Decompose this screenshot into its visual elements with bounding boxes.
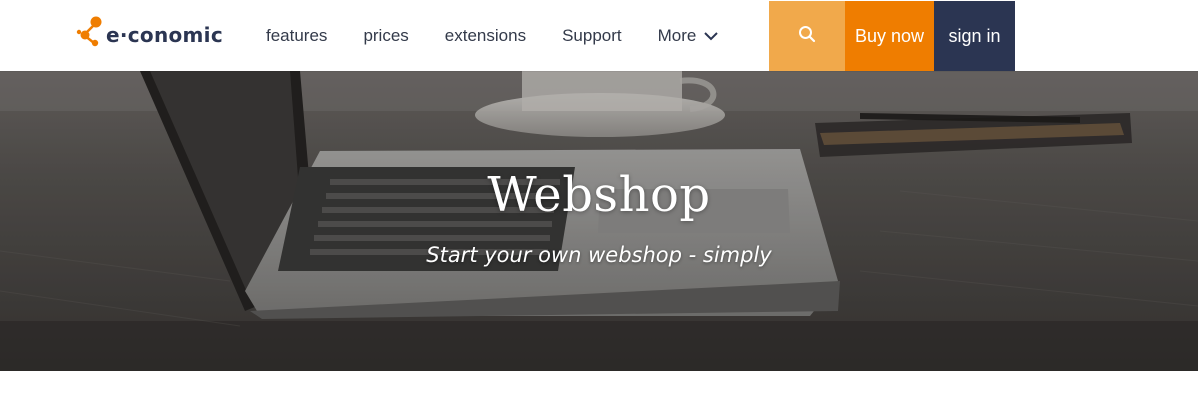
- sign-in-button[interactable]: sign in: [934, 1, 1015, 71]
- hero-subtitle: Start your own webshop - simply: [426, 243, 772, 267]
- nav-item-label: Support: [562, 25, 622, 45]
- brand-name: e·conomic: [106, 23, 223, 47]
- nav-item-label: prices: [363, 25, 409, 45]
- chevron-down-icon: [704, 26, 719, 46]
- nav-item-label: features: [266, 25, 328, 45]
- nav-item-label: extensions: [444, 25, 527, 45]
- nav-item-prices[interactable]: prices: [345, 0, 426, 71]
- nav-item-features[interactable]: features: [248, 0, 345, 71]
- molecule-logo-icon: [76, 16, 102, 47]
- page-content-area: [0, 371, 1198, 416]
- hero-banner: Webshop Start your own webshop - simply: [0, 71, 1198, 371]
- nav-item-support[interactable]: Support: [544, 0, 640, 71]
- search-button[interactable]: [769, 1, 845, 71]
- brand-logo[interactable]: e·conomic: [76, 14, 236, 50]
- nav-item-label: More: [657, 25, 697, 45]
- search-icon: [798, 25, 816, 48]
- nav-item-more[interactable]: More: [640, 0, 737, 71]
- hero-title: Webshop: [487, 167, 711, 223]
- main-nav: features prices extensions Support More: [248, 0, 736, 71]
- buy-now-button[interactable]: Buy now: [845, 1, 934, 71]
- top-navigation-bar: e·conomic features prices extensions Sup…: [0, 0, 1198, 71]
- nav-item-extensions[interactable]: extensions: [427, 0, 544, 71]
